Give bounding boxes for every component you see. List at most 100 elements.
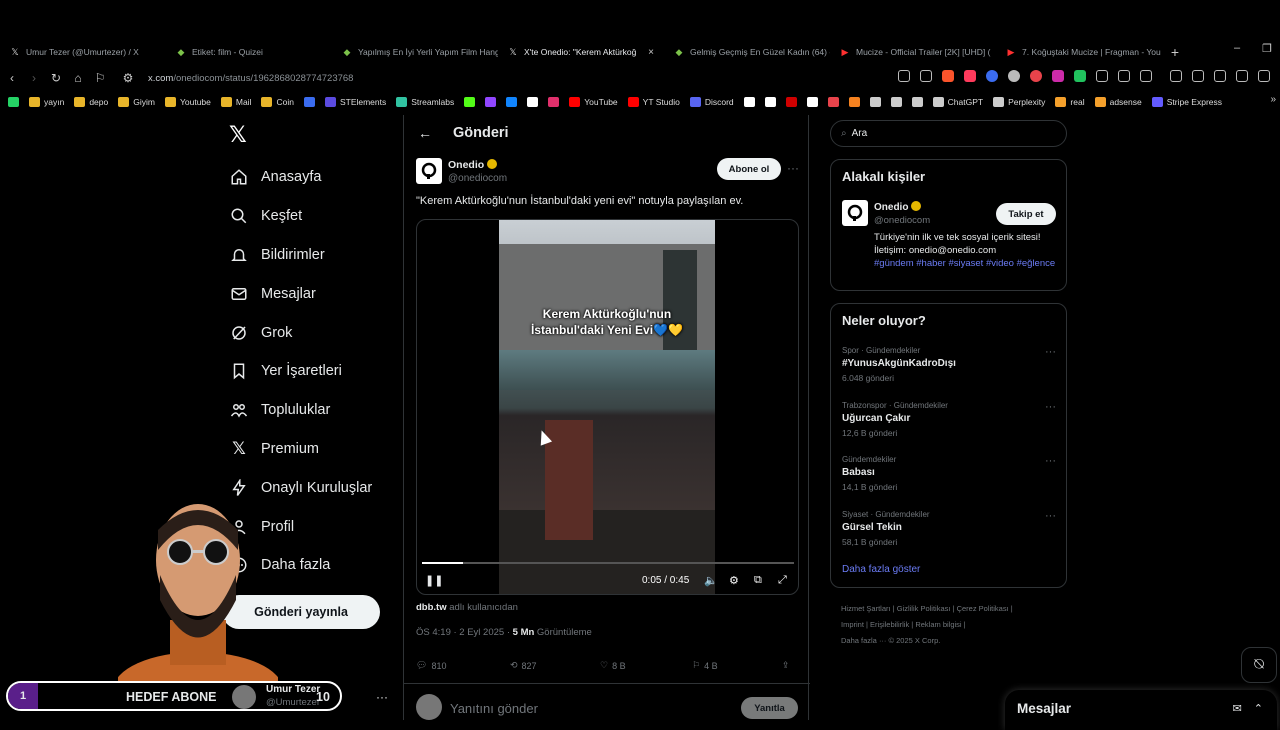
- reply-submit-button[interactable]: Yanıtla: [741, 697, 798, 719]
- bookmark-item[interactable]: [785, 97, 797, 107]
- wallet-icon[interactable]: [1214, 70, 1226, 82]
- bookmark-item[interactable]: yayın: [29, 97, 64, 107]
- extension-icon[interactable]: [1008, 70, 1020, 82]
- puzzle-icon[interactable]: [1118, 70, 1130, 82]
- footer-line[interactable]: Hizmet Şartları | Gizlilik Politikası | …: [841, 601, 1061, 617]
- bookmark-item[interactable]: [890, 97, 902, 107]
- new-tab-button[interactable]: +: [1164, 44, 1186, 60]
- avatar[interactable]: [842, 200, 868, 226]
- screen-share-icon[interactable]: [898, 70, 910, 82]
- maximize-button[interactable]: ❐: [1262, 42, 1272, 55]
- more-options-icon[interactable]: ···: [1045, 346, 1056, 358]
- follow-button[interactable]: Takip et: [996, 203, 1056, 225]
- bookmark-item[interactable]: YouTube: [569, 97, 618, 107]
- fullscreen-icon[interactable]: ⤢: [778, 574, 787, 587]
- bookmark-item[interactable]: [506, 97, 518, 107]
- related-handle[interactable]: @onediocom: [874, 215, 930, 226]
- bookmark-item[interactable]: Perplexity: [993, 97, 1045, 107]
- share-icon[interactable]: [920, 70, 932, 82]
- bookmark-item[interactable]: [8, 97, 19, 107]
- extension-icon[interactable]: [1074, 70, 1086, 82]
- trend-item[interactable]: Trabzonspor · Gündemdekiler Uğurcan Çakır…: [842, 401, 1062, 438]
- settings-icon[interactable]: ⚙: [729, 574, 739, 587]
- bookmark-item[interactable]: [527, 97, 539, 107]
- browser-tab[interactable]: ◆ Yapılmış En İyi Yerli Yapım Film Hang: [332, 41, 498, 63]
- sidebar-icon[interactable]: [1140, 70, 1152, 82]
- bookmark-item[interactable]: [869, 97, 881, 107]
- repost-button[interactable]: ⟲ 827: [510, 660, 537, 671]
- account-menu-icon[interactable]: ···: [376, 690, 388, 704]
- extension-icon[interactable]: [1096, 70, 1108, 82]
- browser-tab[interactable]: ▶ 7. Koğuştaki Mucize | Fragman - You: [996, 41, 1162, 63]
- trend-item[interactable]: Spor · Gündemdekiler #YunusAkgünKadroDışı…: [842, 346, 1062, 383]
- more-options-icon[interactable]: ···: [1045, 401, 1056, 413]
- bookmark-item[interactable]: Youtube: [164, 97, 211, 107]
- search-input[interactable]: ⌕ Ara: [830, 120, 1067, 147]
- bookmark-item[interactable]: Mail: [220, 97, 251, 107]
- nav-item[interactable]: Topluluklar: [229, 391, 372, 430]
- bookmark-item[interactable]: Streamlabs: [396, 97, 454, 107]
- browser-tab[interactable]: ◆ Gelmiş Geçmiş En Güzel Kadın (64) -: [664, 41, 830, 63]
- bookmark-item[interactable]: [743, 97, 755, 107]
- avatar[interactable]: [416, 158, 442, 184]
- bookmark-item[interactable]: real: [1055, 97, 1085, 107]
- post-timestamp[interactable]: ÖS 4:19 · 2 Eyl 2025 ·: [416, 627, 513, 638]
- nav-item[interactable]: Mesajlar: [229, 274, 372, 313]
- more-options-icon[interactable]: ···: [787, 161, 799, 175]
- home-browser-icon[interactable]: ⌂: [68, 71, 88, 85]
- more-options-icon[interactable]: ···: [1045, 510, 1056, 522]
- x-logo-icon[interactable]: 𝕏: [229, 122, 247, 148]
- video-progress-bar[interactable]: [422, 562, 794, 564]
- bookmarks-overflow-icon[interactable]: »: [1270, 94, 1276, 105]
- nav-item[interactable]: Anasayfa: [229, 158, 372, 197]
- bookmark-item[interactable]: Coin: [261, 97, 294, 107]
- author-handle[interactable]: @onediocom: [448, 173, 507, 184]
- bookmark-item[interactable]: adsense: [1094, 97, 1142, 107]
- pip-icon[interactable]: ⧉: [754, 574, 762, 587]
- bookmark-item[interactable]: Discord: [689, 97, 734, 107]
- expand-chevron-icon[interactable]: ⌃: [1254, 702, 1263, 715]
- bookmark-item[interactable]: Stripe Express: [1151, 97, 1222, 107]
- video-player[interactable]: Kerem Aktürkoğlu'nun İstanbul'daki Yeni …: [416, 219, 799, 595]
- extension-icon[interactable]: [1030, 70, 1042, 82]
- nav-item[interactable]: Yer İşaretleri: [229, 352, 372, 391]
- footer-line[interactable]: Daha fazla ··· © 2025 X Corp.: [841, 633, 1061, 649]
- reply-button[interactable]: 💬︎ 810: [416, 660, 446, 671]
- like-button[interactable]: ♡ 8 B: [600, 660, 626, 671]
- bookmark-item[interactable]: [548, 97, 560, 107]
- forward-arrow-icon[interactable]: ›: [24, 71, 44, 85]
- leo-icon[interactable]: [1236, 70, 1248, 82]
- related-name[interactable]: Onedio: [874, 201, 922, 213]
- bookmark-item[interactable]: depo: [74, 97, 108, 107]
- bookmark-item[interactable]: [303, 97, 315, 107]
- nav-item[interactable]: 𝕏 Premium: [229, 430, 372, 469]
- bookmark-item[interactable]: [911, 97, 923, 107]
- bookmark-item[interactable]: [485, 97, 497, 107]
- vpn-icon[interactable]: [1258, 70, 1270, 82]
- extension-icon[interactable]: [986, 70, 998, 82]
- reload-icon[interactable]: ↻: [46, 71, 66, 85]
- browser-tab[interactable]: 𝕏 X'te Onedio: "Kerem Aktürkoğ ×: [498, 41, 664, 63]
- bookmark-page-icon[interactable]: ⚐: [90, 71, 110, 85]
- more-options-icon[interactable]: ···: [1045, 455, 1056, 467]
- back-arrow-icon[interactable]: ‹: [2, 71, 22, 85]
- browser-tab[interactable]: ▶ Mucize - Official Trailer [2K] [UHD] (: [830, 41, 996, 63]
- nav-item[interactable]: Bildirimler: [229, 236, 372, 275]
- share-button[interactable]: ⇪: [782, 660, 790, 671]
- browser-tab[interactable]: 𝕏 Umur Tezer (@Umurtezer) / X: [0, 41, 166, 63]
- extension-icon[interactable]: [1052, 70, 1064, 82]
- minimize-button[interactable]: –: [1234, 42, 1240, 55]
- bookmark-item[interactable]: [848, 97, 860, 107]
- music-icon[interactable]: [1170, 70, 1182, 82]
- nav-item[interactable]: Grok: [229, 313, 372, 352]
- panel-icon[interactable]: [1192, 70, 1204, 82]
- new-message-icon[interactable]: ✉: [1233, 702, 1242, 715]
- bookmark-item[interactable]: Giyim: [118, 97, 155, 107]
- close-tab-icon[interactable]: ×: [648, 47, 654, 58]
- url-field[interactable]: x.com/onediocom/status/19628680287747237…: [148, 73, 353, 84]
- site-info-icon[interactable]: ⚙: [118, 71, 138, 85]
- volume-icon[interactable]: 🔈: [704, 574, 718, 587]
- bookmark-item[interactable]: [764, 97, 776, 107]
- back-arrow-icon[interactable]: ←: [418, 125, 432, 141]
- reply-input[interactable]: Yanıtını gönder: [450, 701, 538, 716]
